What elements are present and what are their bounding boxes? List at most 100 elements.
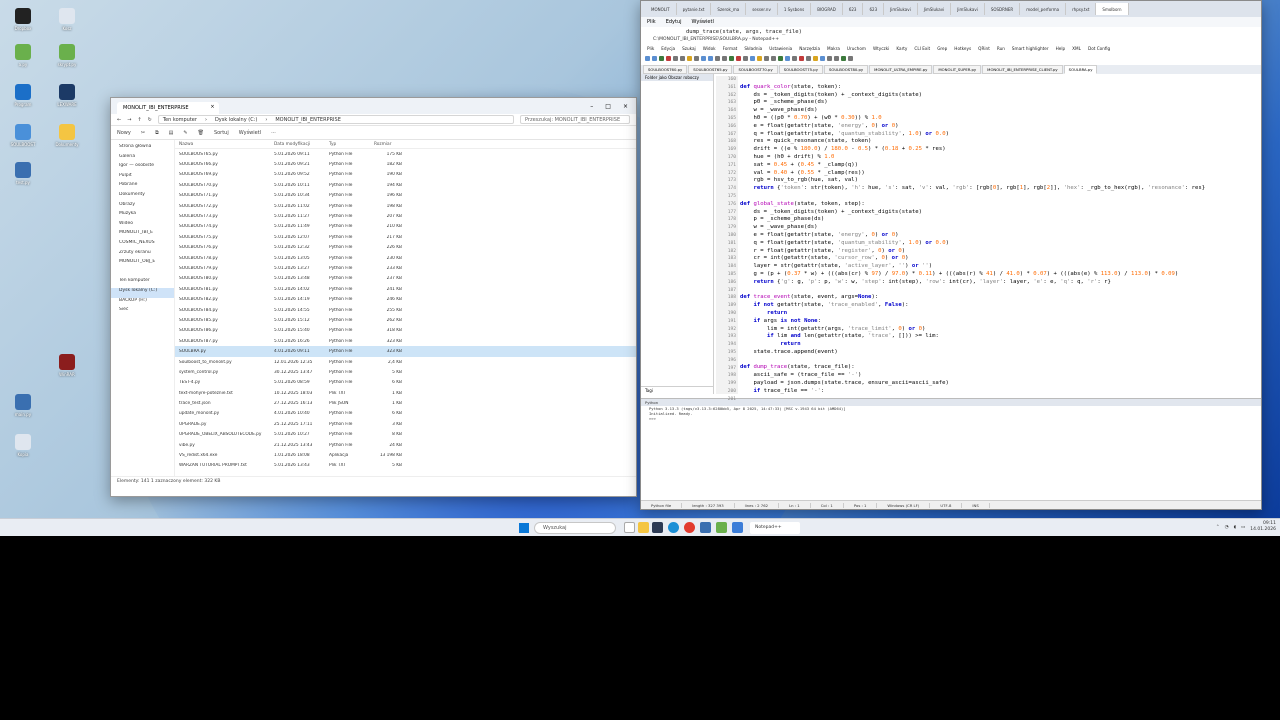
breadcrumb-item[interactable]: Ten komputer <box>163 117 197 123</box>
toolbar-button-icon[interactable] <box>659 56 664 61</box>
file-row[interactable]: SOULBOOST85.py 5.01.2026 15:12 Python File… <box>175 315 636 325</box>
desktop-icon[interactable]: LEXWARE <box>52 84 82 107</box>
npp-menu-item[interactable]: Uruchom <box>847 46 866 54</box>
toolbar-button-icon[interactable] <box>694 56 699 61</box>
file-row[interactable]: SOULBRA.py 4.01.2026 09:11 Python File 323 … <box>175 346 636 357</box>
editor-file-tab[interactable]: SOULBOOST60.py <box>643 65 688 74</box>
file-row[interactable]: SOULBOOST66.py 5.01.2026 09:21 Python File… <box>175 159 636 169</box>
desktop-icon[interactable]: Dropbox <box>8 8 38 31</box>
breadcrumb[interactable]: Ten komputer › Dysk lokalny (C:) › MONOL… <box>157 115 514 124</box>
new-button[interactable]: Nowy <box>117 130 131 136</box>
file-row[interactable]: SOULBOOST87.py 5.01.2026 16:26 Python File… <box>175 336 636 346</box>
nav-item[interactable]: Strona główna <box>111 144 174 154</box>
desktop-icon[interactable]: Program <box>8 84 38 107</box>
file-row[interactable]: SOULBOOST74.py 5.01.2026 11:49 Python File… <box>175 222 636 232</box>
nav-item[interactable]: Igor — osobiste <box>111 163 174 173</box>
file-row[interactable]: SOULBOOST82.py 5.01.2026 14:19 Python File… <box>175 294 636 304</box>
minimize-icon[interactable]: – <box>590 103 593 110</box>
file-row[interactable]: SOULBOOST86.py 5.01.2026 15:40 Python File… <box>175 326 636 336</box>
npp-menu-item[interactable]: Edycja <box>661 46 675 54</box>
desktop-icon[interactable]: test.py <box>8 162 38 185</box>
toolbar-button-icon[interactable] <box>715 56 720 61</box>
up-icon[interactable]: ↑ <box>137 117 141 123</box>
toolbar-button-icon[interactable] <box>722 56 727 61</box>
paste-icon[interactable]: ▤ <box>169 130 174 136</box>
browser-tab[interactable]: rhpsy.txt <box>1066 3 1097 15</box>
desktop-icon[interactable]: a.py <box>8 44 38 67</box>
toolbar-button-icon[interactable] <box>806 56 811 61</box>
npp-menu-item[interactable]: XML <box>1072 46 1081 54</box>
column-header-name[interactable]: Nazwa <box>179 142 274 147</box>
file-row[interactable]: text-mohyre-poteznie.txt 10.12.2025 18:03… <box>175 388 636 398</box>
npp-menu-item[interactable]: Szukaj <box>682 46 696 54</box>
toolbar-button-icon[interactable] <box>771 56 776 61</box>
toolbar-button-icon[interactable] <box>841 56 846 61</box>
desktop-icon[interactable]: Kopia <box>8 434 38 457</box>
nav-item[interactable]: Muzyka <box>111 211 174 221</box>
task-view-icon[interactable] <box>624 522 635 533</box>
nav-item[interactable]: Galeria <box>111 154 174 164</box>
npp-menu-item[interactable]: Run <box>997 46 1005 54</box>
file-explorer-icon[interactable] <box>638 522 649 533</box>
start-button[interactable] <box>519 523 529 533</box>
file-row[interactable]: SOULBOOST84.py 5.01.2026 14:55 Python File… <box>175 305 636 315</box>
editor-file-tab[interactable]: SOULBOOST80.py <box>823 65 869 74</box>
code-editor[interactable]: def quark_color(state, token): ds = _tok… <box>740 76 1248 394</box>
taskbar-search-input[interactable]: Wyszukaj <box>534 522 616 534</box>
browser-tab[interactable]: sesser.nv <box>746 3 778 15</box>
toolbar-button-icon[interactable] <box>757 56 762 61</box>
toolbar-button-icon[interactable] <box>834 56 839 61</box>
breadcrumb-item[interactable]: Dysk lokalny (C:) <box>215 117 257 123</box>
more-icon[interactable]: ··· <box>271 130 276 136</box>
desktop-icon[interactable]: Kosz <box>52 8 82 31</box>
panel-footer-tab[interactable]: Tagi <box>641 386 713 394</box>
browser-tab[interactable]: JimSlukavi <box>951 3 985 15</box>
nav-item[interactable]: COSMIC_NEXUS <box>111 240 174 250</box>
desktop-icon[interactable]: SOULBOOST <box>8 124 38 147</box>
toolbar-button-icon[interactable] <box>701 56 706 61</box>
npp-menu-item[interactable]: Help <box>1056 46 1066 54</box>
toolbar-button-icon[interactable] <box>680 56 685 61</box>
copy-icon[interactable]: ⧉ <box>155 130 159 136</box>
browser-tab[interactable]: Smolborn <box>1096 3 1129 15</box>
desktop-icon[interactable]: main.py <box>8 394 38 417</box>
browser-tab[interactable]: JimSlukavi <box>884 3 918 15</box>
sort-button[interactable]: Sortuj <box>214 130 229 136</box>
file-row[interactable]: SOULBOOST81.py 5.01.2026 14:02 Python File… <box>175 284 636 294</box>
volume-icon[interactable]: ◖ <box>1234 525 1236 530</box>
explorer-tab[interactable]: MONOLIT_IBI_ENTERPRISE × <box>117 102 219 114</box>
npp-menu-item[interactable]: Narzędzia <box>799 46 820 54</box>
editor-file-tab[interactable]: MONOLIT_SUPER.py <box>933 65 982 74</box>
file-row[interactable]: WARZAN TUTORIAL PROMPT.txt 5.01.2026 13:4… <box>175 461 636 471</box>
desktop-icon[interactable]: skrypt.py <box>52 44 82 67</box>
nav-item[interactable]: Sieć <box>111 307 174 317</box>
editor-file-tab[interactable]: MONOLIT_IBI_ENTERPRISE_CLIENT.py <box>982 65 1063 74</box>
refresh-icon[interactable]: ↻ <box>148 117 152 123</box>
editor-file-tab[interactable]: SOULBOOST65.py <box>688 65 733 74</box>
editor-file-tab[interactable]: SOULBOOST75.py <box>778 65 823 74</box>
forward-icon[interactable]: → <box>127 117 131 123</box>
file-row[interactable]: SOULBOOST70.py 5.01.2026 10:11 Python File… <box>175 180 636 190</box>
browser-tab[interactable]: Szerok_ma <box>711 3 747 15</box>
nav-item[interactable]: MONOLIT_IBI_E <box>111 230 174 240</box>
editor-file-tab[interactable]: SOULBOOST70.py <box>733 65 778 74</box>
notepad-icon[interactable] <box>716 522 727 533</box>
nav-item[interactable]: Zrzuty ekranu <box>111 250 174 260</box>
npp-menu-item[interactable]: Ustawienia <box>769 46 792 54</box>
file-row[interactable]: trace_test.json 27.12.2025 16:13 Plik JSON… <box>175 398 636 408</box>
file-row[interactable]: VS_redist.x64.exe 1.01.2026 18:08 Aplikacj… <box>175 450 636 460</box>
close-icon[interactable]: × <box>210 104 214 110</box>
file-row[interactable]: SOULBOOST69.py 5.01.2026 09:52 Python File… <box>175 170 636 180</box>
chrome-icon[interactable] <box>684 522 695 533</box>
file-row[interactable]: Soulboost_to_monolit.py 12.01.2026 12:35 P… <box>175 357 636 367</box>
npp-menu-item[interactable]: Karty <box>896 46 907 54</box>
python-icon[interactable] <box>700 522 711 533</box>
column-header-date[interactable]: Data modyfikacji <box>274 142 329 147</box>
browser-tab[interactable]: pytanie.txt <box>677 3 712 15</box>
nav-item[interactable]: MONOLIT_OBJ_E <box>111 259 174 269</box>
clock[interactable]: 09:11 14.01.2026 <box>1250 521 1276 533</box>
file-row[interactable]: system_control.py 30.12.2025 13:47 Python … <box>175 367 636 377</box>
toolbar-button-icon[interactable] <box>792 56 797 61</box>
column-header-type[interactable]: Typ <box>329 142 374 147</box>
toolbar-button-icon[interactable] <box>820 56 825 61</box>
